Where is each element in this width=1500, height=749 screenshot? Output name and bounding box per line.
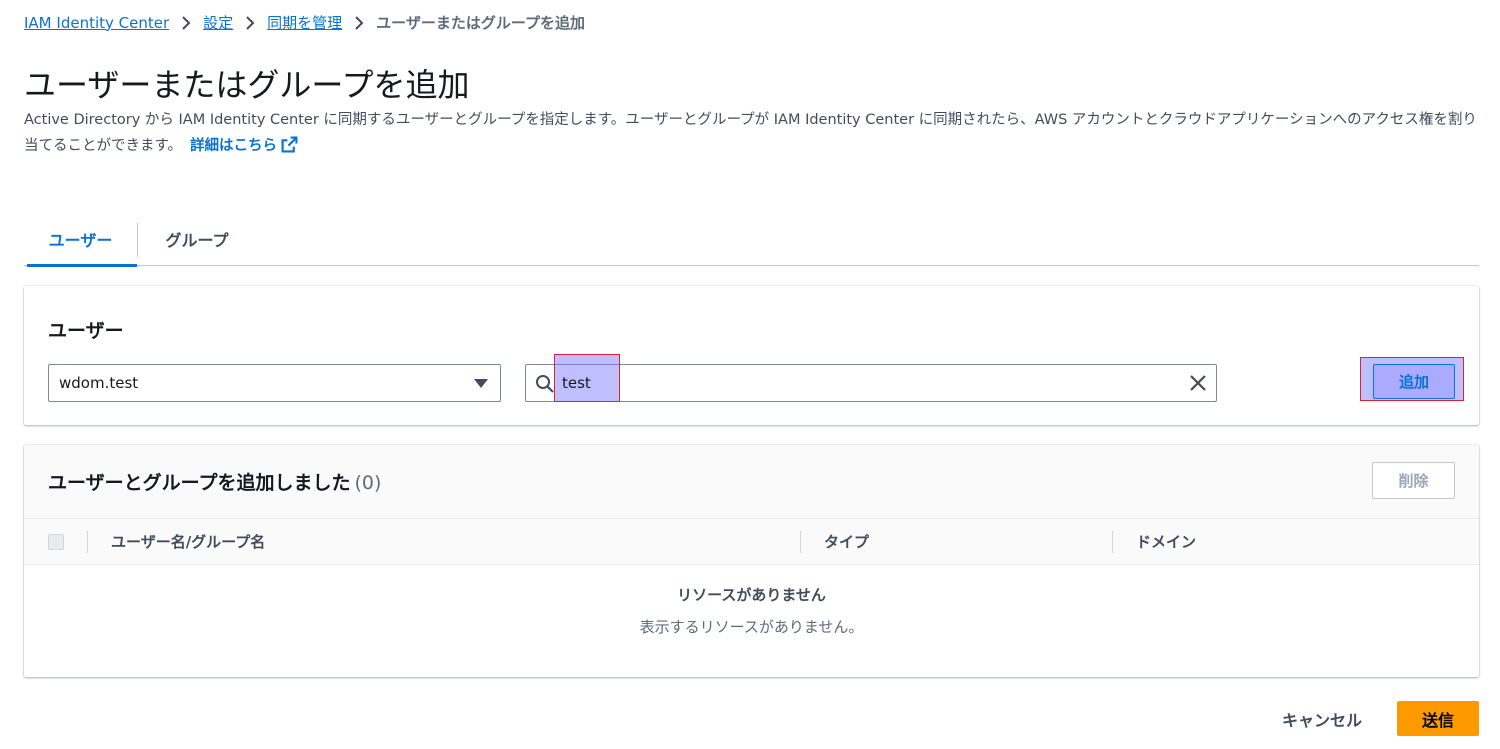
tab-groups[interactable]: グループ: [138, 212, 256, 266]
column-divider: [87, 531, 88, 553]
added-count: (0): [354, 472, 382, 494]
add-button[interactable]: 追加: [1373, 364, 1455, 399]
empty-state-description: 表示するリソースがありません。: [639, 618, 864, 636]
learn-more-label: 詳細はこちら: [190, 138, 278, 154]
column-header-name[interactable]: ユーザー名/グループ名: [111, 531, 265, 552]
cancel-button[interactable]: キャンセル: [1266, 702, 1378, 736]
breadcrumb-link-settings[interactable]: 設定: [203, 12, 233, 33]
table-header: ユーザー名/グループ名 タイプ ドメイン: [24, 519, 1479, 565]
chevron-right-icon: [245, 15, 255, 30]
breadcrumb-link-manage-sync[interactable]: 同期を管理: [267, 12, 342, 33]
search-icon: [536, 375, 554, 393]
tab-list: ユーザー グループ: [24, 212, 1479, 267]
page-description: Active Directory から IAM Identity Center …: [24, 107, 1479, 159]
clear-icon[interactable]: [1188, 373, 1208, 393]
added-panel-title: ユーザーとグループを追加しました (0): [48, 468, 381, 495]
breadcrumb-link-iam-identity-center[interactable]: IAM Identity Center: [24, 14, 169, 32]
chevron-right-icon: [354, 15, 364, 30]
search-input-value: test: [562, 374, 591, 392]
caret-down-icon: [474, 379, 488, 388]
chevron-right-icon: [181, 15, 191, 30]
added-panel-title-text: ユーザーとグループを追加しました: [48, 472, 351, 494]
domain-select-value: wdom.test: [59, 374, 139, 392]
added-panel-header: ユーザーとグループを追加しました (0) 削除: [24, 445, 1479, 519]
users-panel: ユーザー wdom.test test 追加: [24, 286, 1479, 425]
empty-state-title: リソースがありません: [677, 586, 826, 604]
remove-button[interactable]: 削除: [1372, 462, 1455, 499]
page-title: ユーザーまたはグループを追加: [24, 66, 470, 104]
breadcrumb-current: ユーザーまたはグループを追加: [376, 14, 585, 32]
added-users-groups-panel: ユーザーとグループを追加しました (0) 削除 ユーザー名/グループ名 タイプ ド…: [24, 445, 1479, 677]
external-link-icon: [281, 136, 298, 153]
breadcrumb: IAM Identity Center 設定 同期を管理 ユーザーまたはグループ…: [24, 12, 585, 33]
select-all-checkbox[interactable]: [48, 534, 64, 550]
tab-users[interactable]: ユーザー: [24, 212, 137, 267]
submit-button[interactable]: 送信: [1397, 701, 1479, 736]
column-header-domain[interactable]: ドメイン: [1136, 531, 1196, 552]
domain-select[interactable]: wdom.test: [48, 364, 501, 402]
column-divider: [1112, 531, 1113, 553]
users-panel-title: ユーザー: [48, 320, 124, 342]
learn-more-link[interactable]: 詳細はこちら: [190, 136, 298, 154]
column-header-type[interactable]: タイプ: [824, 531, 869, 552]
column-divider: [800, 531, 801, 553]
user-search-input[interactable]: test: [525, 364, 1217, 402]
